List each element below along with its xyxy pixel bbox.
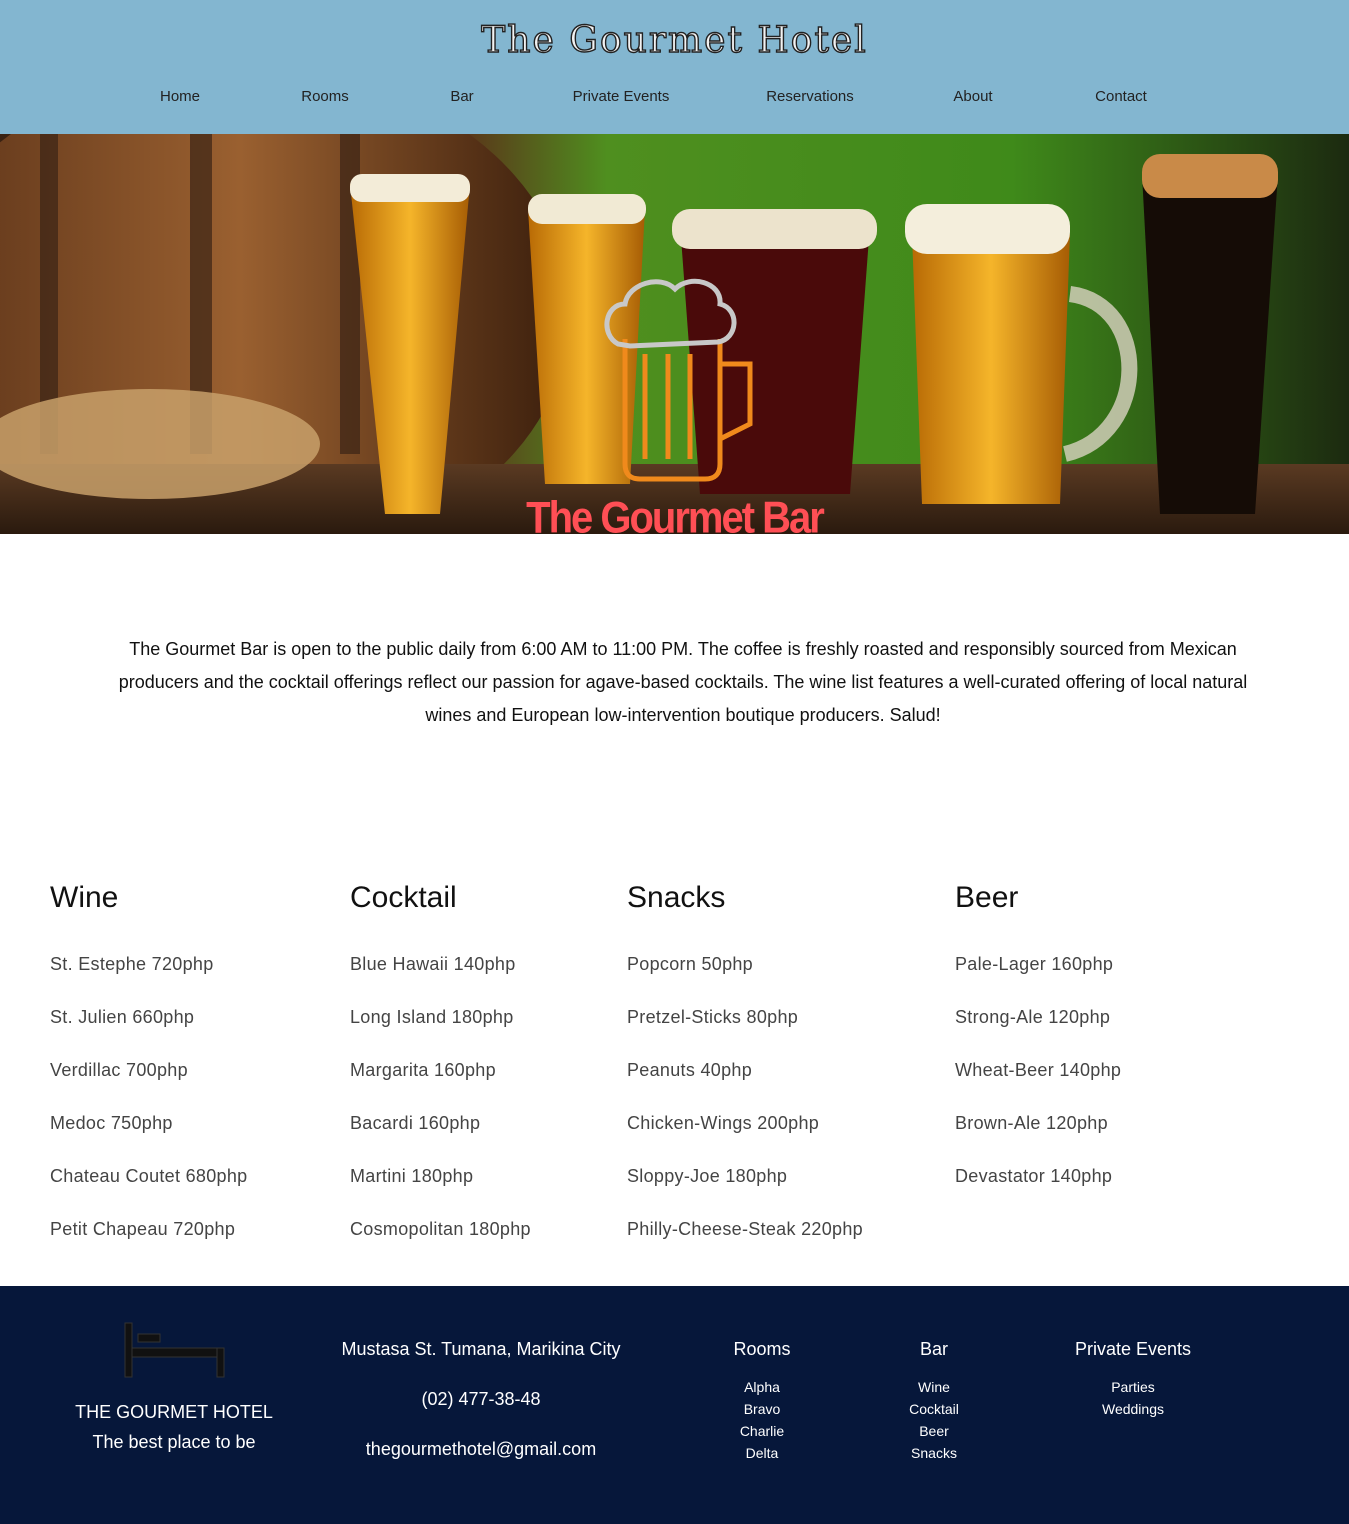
footer-link-cocktail[interactable]: Cocktail — [909, 1398, 959, 1420]
site-header: The Gourmet Hotel Home Rooms Bar Private… — [0, 0, 1349, 134]
menu-title-snacks: Snacks — [627, 881, 726, 914]
menu-item: Long Island 180php — [350, 1007, 514, 1027]
footer-address: Mustasa St. Tumana, Marikina City — [341, 1339, 621, 1359]
menu-item: Philly-Cheese-Steak 220php — [627, 1219, 863, 1239]
nav-reservations[interactable]: Reservations — [766, 88, 854, 105]
nav-bar[interactable]: Bar — [450, 88, 473, 105]
menu-item: Chateau Coutet 680php — [50, 1166, 248, 1186]
footer-hotel-name: THE GOURMET HOTEL — [75, 1402, 273, 1422]
menu-title-cocktail: Cocktail — [350, 881, 457, 914]
menu-title-beer: Beer — [955, 881, 1019, 914]
menu-item: Strong-Ale 120php — [955, 1007, 1111, 1027]
hero-beer-image — [0, 134, 1349, 534]
footer-events-column: Private Events Parties Weddings — [1075, 1339, 1191, 1420]
footer-link-snacks[interactable]: Snacks — [909, 1442, 959, 1464]
footer-email[interactable]: thegourmethotel@gmail.com — [366, 1439, 596, 1460]
menu-item: Chicken-Wings 200php — [627, 1113, 820, 1133]
footer-bar-column: Bar Wine Cocktail Beer Snacks — [909, 1339, 959, 1464]
menu-title-wine: Wine — [50, 881, 119, 914]
nav-contact[interactable]: Contact — [1095, 88, 1147, 105]
menu-item: Devastator 140php — [955, 1166, 1113, 1186]
menu-column-snacks: Snacks Popcorn 50php Pretzel-Sticks 80ph… — [627, 878, 863, 1269]
footer-link-alpha[interactable]: Alpha — [733, 1376, 790, 1398]
menu-item: Verdillac 700php — [50, 1060, 188, 1080]
main-nav: Home Rooms Bar Private Events Reservatio… — [0, 88, 1349, 110]
footer-tagline: The best place to be — [92, 1432, 256, 1452]
footer-link-charlie[interactable]: Charlie — [733, 1420, 790, 1442]
menu-item: Pretzel-Sticks 80php — [627, 1007, 799, 1027]
footer-link-wine[interactable]: Wine — [909, 1376, 959, 1398]
nav-about[interactable]: About — [953, 88, 992, 105]
menu-item: Peanuts 40php — [627, 1060, 753, 1080]
menu-item: Blue Hawaii 140php — [350, 954, 516, 974]
menu-column-beer: Beer Pale-Lager 160php Strong-Ale 120php… — [955, 878, 1121, 1216]
nav-private-events[interactable]: Private Events — [573, 88, 670, 105]
nav-rooms[interactable]: Rooms — [301, 88, 349, 105]
site-brand[interactable]: The Gourmet Hotel — [0, 19, 1349, 61]
menu-item: Bacardi 160php — [350, 1113, 481, 1133]
footer-rooms-column: Rooms Alpha Bravo Charlie Delta — [733, 1339, 790, 1464]
menu-item: Margarita 160php — [350, 1060, 496, 1080]
footer-link-beer[interactable]: Beer — [909, 1420, 959, 1442]
nav-home[interactable]: Home — [160, 88, 200, 105]
hero-banner: The Gourmet Bar — [0, 134, 1349, 534]
menu-item: Medoc 750php — [50, 1113, 173, 1133]
menu-column-cocktail: Cocktail Blue Hawaii 140php Long Island … — [350, 878, 531, 1269]
menu-item: St. Julien 660php — [50, 1007, 195, 1027]
site-footer: THE GOURMET HOTEL The best place to be M… — [0, 1286, 1349, 1524]
footer-link-parties[interactable]: Parties — [1075, 1376, 1191, 1398]
bed-icon — [124, 1322, 225, 1378]
footer-link-bravo[interactable]: Bravo — [733, 1398, 790, 1420]
menu-column-wine: Wine St. Estephe 720php St. Julien 660ph… — [50, 878, 247, 1269]
footer-bar-title: Bar — [919, 1339, 949, 1359]
footer-link-delta[interactable]: Delta — [733, 1442, 790, 1464]
menu-item: Pale-Lager 160php — [955, 954, 1114, 974]
menu-item: Popcorn 50php — [627, 954, 753, 974]
menu-item: St. Estephe 720php — [50, 954, 214, 974]
intro-text: The Gourmet Bar is open to the public da… — [118, 639, 1248, 725]
menu-item: Petit Chapeau 720php — [50, 1219, 236, 1239]
footer-events-title: Private Events — [1074, 1339, 1192, 1359]
menu-item: Brown-Ale 120php — [955, 1113, 1108, 1133]
menu-item: Martini 180php — [350, 1166, 474, 1186]
footer-rooms-title: Rooms — [733, 1339, 791, 1359]
menu-item: Wheat-Beer 140php — [955, 1060, 1122, 1080]
footer-link-weddings[interactable]: Weddings — [1075, 1398, 1191, 1420]
hero-title: The Gourmet Bar — [526, 493, 825, 534]
menu-item: Sloppy-Joe 180php — [627, 1166, 788, 1186]
menu-item: Cosmopolitan 180php — [350, 1219, 531, 1239]
footer-phone[interactable]: (02) 477-38-48 — [421, 1389, 540, 1410]
